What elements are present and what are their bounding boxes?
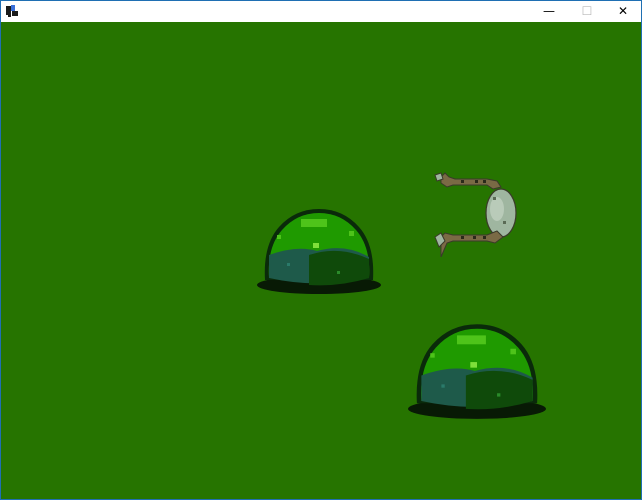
maximize-button[interactable]: ☐ xyxy=(569,1,605,21)
frog-creature[interactable] xyxy=(431,167,521,257)
app-icon xyxy=(6,5,18,17)
bush xyxy=(257,209,381,294)
game-window: — ☐ ✕ xyxy=(0,0,642,500)
close-button[interactable]: ✕ xyxy=(605,1,641,21)
bush xyxy=(408,324,546,419)
game-canvas[interactable] xyxy=(1,22,641,499)
title-bar[interactable]: — ☐ ✕ xyxy=(1,1,641,21)
minimize-button[interactable]: — xyxy=(531,1,567,21)
